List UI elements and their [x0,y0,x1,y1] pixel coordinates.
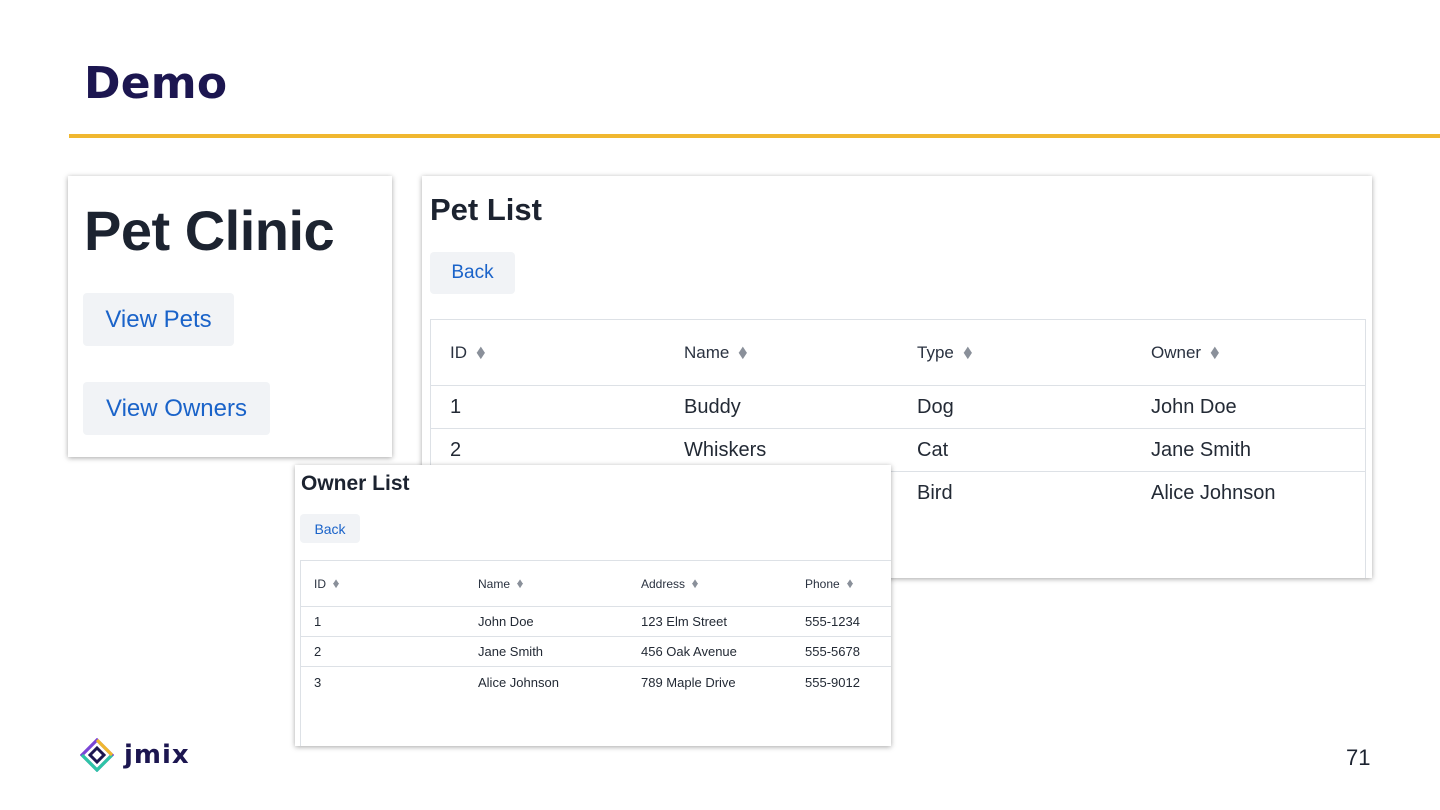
column-header-id[interactable]: ID ▲ ▼ [314,561,341,606]
cell-name: John Doe [478,614,534,629]
view-pets-button[interactable]: View Pets [83,293,234,346]
cell-owner: Alice Johnson [1151,482,1276,504]
cell-address: 456 Oak Avenue [641,644,737,659]
column-header-phone[interactable]: Phone ▲ ▼ [805,561,855,606]
sort-icon[interactable]: ▲ ▼ [690,577,700,589]
cell-phone: 555-9012 [805,674,860,690]
cell-name: Jane Smith [478,644,544,659]
column-header-address[interactable]: Address ▲ ▼ [641,561,700,606]
jmix-logo-icon [80,738,114,772]
cell-address: 789 Maple Drive [641,674,736,690]
table-row[interactable]: 1 John Doe 123 Elm Street 555-1234 [301,607,891,637]
owner-table: ID ▲ ▼ Name ▲ ▼ Address ▲ ▼ Phone ▲ ▼ 1 John Doe… [300,560,891,746]
cell-type: Cat [917,438,949,461]
column-header-id[interactable]: ID ▲ ▼ [450,320,488,385]
cell-owner: John Doe [1151,395,1237,418]
owner-list-panel: Owner List Back ID ▲ ▼ Name ▲ ▼ Address ▲ ▼ Ph… [295,465,891,746]
column-header-label: ID [314,576,326,591]
column-header-name[interactable]: Name ▲ ▼ [478,561,525,606]
column-header-label: Name [684,342,730,362]
table-header: ID ▲ ▼ Name ▲ ▼ Type ▲ ▼ Owner ▲ ▼ [431,320,1365,386]
column-header-label: Owner [1151,342,1202,362]
back-button[interactable]: Back [430,252,515,294]
brand-name: jmix [124,740,190,770]
cell-owner: Jane Smith [1151,438,1252,461]
cell-id: 2 [314,644,322,659]
sort-icon[interactable]: ▲ ▼ [736,344,750,361]
table-row[interactable]: 3 Alice Johnson 789 Maple Drive 555-9012 [301,667,891,697]
pet-clinic-panel: Pet Clinic View Pets View Owners [68,176,392,457]
sort-icon[interactable]: ▲ ▼ [331,577,341,589]
sort-icon[interactable]: ▲ ▼ [961,344,975,361]
pet-list-title: Pet List [430,192,542,227]
view-owners-button[interactable]: View Owners [83,382,270,435]
sort-icon[interactable]: ▲ ▼ [474,344,488,361]
cell-phone: 555-1234 [805,614,860,629]
table-header: ID ▲ ▼ Name ▲ ▼ Address ▲ ▼ Phone ▲ ▼ [301,561,891,607]
cell-name: Alice Johnson [478,674,559,690]
cell-type: Dog [917,395,954,418]
column-header-label: Name [478,576,511,591]
cell-id: 1 [450,395,462,418]
column-header-label: ID [450,342,467,362]
column-header-label: Phone [805,576,840,591]
column-header-label: Type [917,342,954,362]
cell-phone: 555-5678 [805,644,860,659]
page-number: 71 [1346,745,1371,770]
sort-icon[interactable]: ▲ ▼ [515,577,525,589]
cell-id: 3 [314,674,322,690]
cell-address: 123 Elm Street [641,614,727,629]
table-row[interactable]: 1 Buddy Dog John Doe [431,386,1365,429]
column-header-label: Address [641,576,686,591]
slide-title: Demo [84,58,228,109]
cell-id: 1 [314,614,322,629]
back-button[interactable]: Back [300,514,360,543]
title-divider [69,134,1440,138]
table-row[interactable]: 2 Jane Smith 456 Oak Avenue 555-5678 [301,637,891,667]
sort-icon[interactable]: ▲ ▼ [1208,344,1222,361]
column-header-type[interactable]: Type ▲ ▼ [917,320,975,385]
jmix-logo: jmix [80,738,190,772]
sort-icon[interactable]: ▲ ▼ [845,577,855,589]
cell-type: Bird [917,482,953,504]
column-header-name[interactable]: Name ▲ ▼ [684,320,750,385]
pet-clinic-title: Pet Clinic [84,199,335,262]
column-header-owner[interactable]: Owner ▲ ▼ [1151,320,1222,385]
owner-list-title: Owner List [301,472,410,495]
cell-name: Buddy [684,395,741,418]
